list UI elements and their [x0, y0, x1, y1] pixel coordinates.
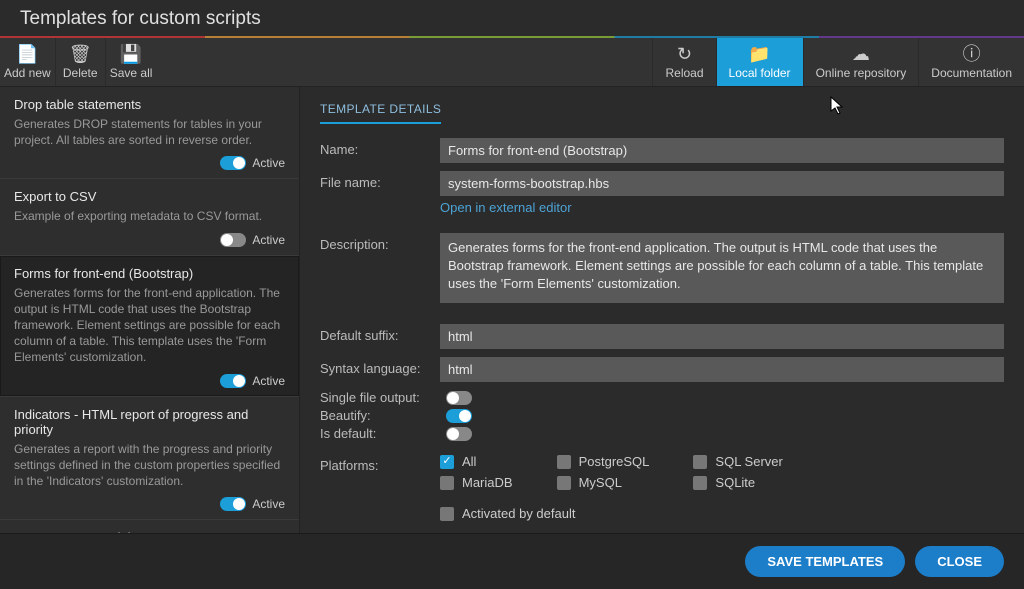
list-item[interactable]: Drop table statements Generates DROP sta… — [0, 87, 299, 179]
platform-checkbox-mariadb[interactable]: MariaDB — [440, 475, 513, 490]
checkbox-icon: ✓ — [440, 455, 454, 469]
add-new-button-label: Add new — [4, 66, 51, 80]
syntax-input[interactable] — [440, 357, 1004, 382]
documentation-button-icon: ⓘ — [963, 44, 981, 64]
platforms-label: Platforms: — [320, 454, 440, 473]
checkbox-icon — [693, 476, 707, 490]
checkbox-icon — [557, 455, 571, 469]
checkbox-label: MariaDB — [462, 475, 513, 490]
list-item-title: Indicators - HTML report of progress and… — [14, 407, 285, 437]
rainbow-divider — [0, 36, 1024, 38]
save-templates-button[interactable]: SAVE TEMPLATES — [745, 546, 905, 577]
page-title: Templates for custom scripts — [0, 0, 1024, 36]
single-file-label: Single file output: — [320, 390, 434, 405]
checkbox-icon — [557, 476, 571, 490]
name-input[interactable] — [440, 138, 1004, 163]
checkbox-label: All — [462, 454, 476, 469]
reload-button-icon: ↻ — [677, 44, 692, 64]
online-repo-button[interactable]: ☁ Online repository — [803, 38, 919, 86]
list-item[interactable]: Forms for front-end (Bootstrap) Generate… — [0, 256, 299, 397]
documentation-button-label: Documentation — [931, 66, 1012, 80]
checkbox-icon — [693, 455, 707, 469]
list-item-active-toggle[interactable] — [220, 233, 246, 247]
online-repo-button-label: Online repository — [816, 66, 907, 80]
local-folder-button-icon: 📁 — [748, 44, 770, 64]
close-button[interactable]: CLOSE — [915, 546, 1004, 577]
checkbox-label: Activated by default — [462, 506, 575, 521]
list-item-active-toggle[interactable] — [220, 497, 246, 511]
list-item-desc: Generates a report with the progress and… — [14, 441, 285, 490]
list-item[interactable]: Export to CSV Example of exporting metad… — [0, 179, 299, 255]
save-all-button-label: Save all — [110, 66, 153, 80]
checkbox-label: PostgreSQL — [579, 454, 650, 469]
filename-label: File name: — [320, 171, 440, 190]
checkbox-icon — [440, 507, 454, 521]
save-all-button-icon: 💾 — [120, 44, 142, 64]
isdefault-label: Is default: — [320, 426, 434, 441]
reload-button-label: Reload — [665, 66, 703, 80]
activated-default-checkbox[interactable]: Activated by default — [440, 506, 575, 521]
name-label: Name: — [320, 138, 440, 157]
toolbar: 📄 Add new 🗑 Delete 💾 Save all ↻ Reload 📁 Local f… — [0, 38, 1024, 87]
footer: SAVE TEMPLATES CLOSE — [0, 533, 1024, 589]
list-item-title: Export to CSV — [14, 189, 285, 204]
isdefault-toggle[interactable] — [446, 427, 472, 441]
platform-checkbox-sqlite[interactable]: SQLite — [693, 475, 782, 490]
checkbox-icon — [440, 476, 454, 490]
list-item-active-label: Active — [252, 156, 285, 170]
platform-checkbox-all[interactable]: ✓ All — [440, 454, 513, 469]
list-item-title: Forms for front-end (Bootstrap) — [14, 266, 285, 281]
list-item-active-toggle[interactable] — [220, 156, 246, 170]
filename-input[interactable] — [440, 171, 1004, 196]
checkbox-label: MySQL — [579, 475, 622, 490]
open-external-link[interactable]: Open in external editor — [440, 200, 572, 215]
add-new-button[interactable]: 📄 Add new — [0, 38, 56, 86]
template-list[interactable]: Drop table statements Generates DROP sta… — [0, 87, 300, 533]
platform-checkbox-sql-server[interactable]: SQL Server — [693, 454, 782, 469]
list-item[interactable]: MySQL Insert Nodejs Sample application c… — [0, 520, 299, 533]
description-input[interactable] — [440, 233, 1004, 303]
list-item-title: Drop table statements — [14, 97, 285, 112]
list-item-active-label: Active — [252, 497, 285, 511]
online-repo-button-icon: ☁ — [852, 44, 870, 64]
checkbox-label: SQLite — [715, 475, 755, 490]
save-all-button[interactable]: 💾 Save all — [106, 38, 157, 86]
documentation-button[interactable]: ⓘ Documentation — [918, 38, 1024, 86]
delete-button-label: Delete — [63, 66, 98, 80]
platform-checkbox-mysql[interactable]: MySQL — [557, 475, 650, 490]
list-item-desc: Generates DROP statements for tables in … — [14, 116, 285, 148]
beautify-label: Beautify: — [320, 408, 434, 423]
add-new-button-icon: 📄 — [16, 44, 38, 64]
template-details-panel: TEMPLATE DETAILS Name: File name: Open i… — [300, 87, 1024, 533]
list-item-active-toggle[interactable] — [220, 374, 246, 388]
platform-checkbox-postgresql[interactable]: PostgreSQL — [557, 454, 650, 469]
section-title: TEMPLATE DETAILS — [320, 102, 441, 124]
list-item-desc: Generates forms for the front-end applic… — [14, 285, 285, 366]
suffix-input[interactable] — [440, 324, 1004, 349]
suffix-label: Default suffix: — [320, 324, 440, 343]
local-folder-button[interactable]: 📁 Local folder — [716, 38, 803, 86]
beautify-toggle[interactable] — [446, 409, 472, 423]
local-folder-button-label: Local folder — [729, 66, 791, 80]
list-item-active-label: Active — [252, 233, 285, 247]
reload-button[interactable]: ↻ Reload — [652, 38, 715, 86]
single-file-toggle[interactable] — [446, 391, 472, 405]
delete-button[interactable]: 🗑 Delete — [56, 38, 106, 86]
list-item-active-label: Active — [252, 374, 285, 388]
syntax-label: Syntax language: — [320, 357, 440, 376]
description-label: Description: — [320, 233, 440, 252]
list-item-desc: Example of exporting metadata to CSV for… — [14, 208, 285, 224]
delete-button-icon: 🗑 — [69, 44, 92, 64]
checkbox-label: SQL Server — [715, 454, 782, 469]
list-item[interactable]: Indicators - HTML report of progress and… — [0, 397, 299, 521]
